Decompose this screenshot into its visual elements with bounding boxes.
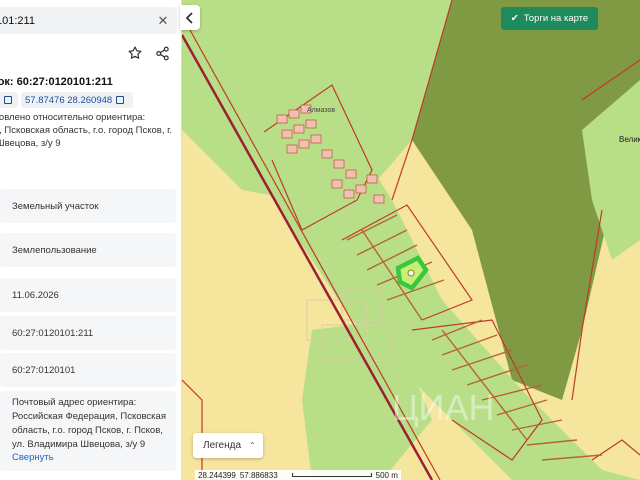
info-row-cadastral-number: 60:27:0120101:211 (0, 316, 176, 350)
info-row-type: Земельный участок (0, 189, 176, 223)
share-icon (155, 46, 169, 60)
back-button[interactable] (180, 5, 200, 30)
info-row-date: 11.06.2026 (0, 278, 176, 312)
coords-text: 57.87476 28.260948 (25, 94, 113, 106)
share-button[interactable] (151, 42, 173, 64)
location-description: Местоположение установлено относительно … (0, 112, 173, 149)
favorite-button[interactable] (124, 42, 146, 64)
collapse-link[interactable]: Свернуть (12, 452, 54, 463)
watermark-text: ЦИАН (392, 387, 495, 428)
coords-chip[interactable]: 57.87476 28.260948 (21, 92, 133, 108)
info-row-kind: Землепользование (0, 233, 176, 267)
parcel-title: Участок: 60:27:0120101:211 (0, 76, 113, 88)
chevron-left-icon (185, 11, 193, 24)
star-icon (128, 46, 142, 59)
scale-line (291, 473, 372, 477)
parcel-marker-icon (407, 269, 415, 277)
map-statusbar: 28.244399 57.886833 500 m (195, 470, 401, 480)
scale-bar: 500 m (291, 470, 398, 480)
search-input[interactable]: 101:211 (0, 15, 155, 27)
check-icon: ✔ (510, 13, 519, 24)
map-canvas[interactable]: ЦИАН Алмазов Велик (182, 0, 640, 480)
copy-icon (4, 96, 12, 104)
auction-map-button[interactable]: ✔ Торги на карте (501, 7, 598, 30)
copy-cadastral-button[interactable] (0, 92, 18, 108)
map-place-label: Алмазов (307, 107, 335, 114)
cursor-latitude: 57.886833 (239, 470, 278, 480)
map-place-label-east: Велик (619, 135, 640, 144)
map-graphic[interactable]: ЦИАН Алмазов Велик (182, 0, 640, 480)
legend-button[interactable]: Легенда ⌃ (193, 433, 263, 458)
copy-icon (116, 96, 125, 104)
info-row-quarter: 60:27:0120101 (0, 353, 176, 387)
close-icon[interactable]: ✕ (155, 13, 171, 29)
scale-label: 500 m (375, 470, 398, 480)
search-field[interactable]: 101:211 ✕ (0, 7, 177, 34)
info-panel: 101:211 ✕ Участок: 60:27:0120101:211 57.… (0, 0, 182, 480)
cursor-longitude: 28.244399 (198, 470, 236, 480)
chevron-up-icon: ⌃ (249, 441, 256, 450)
